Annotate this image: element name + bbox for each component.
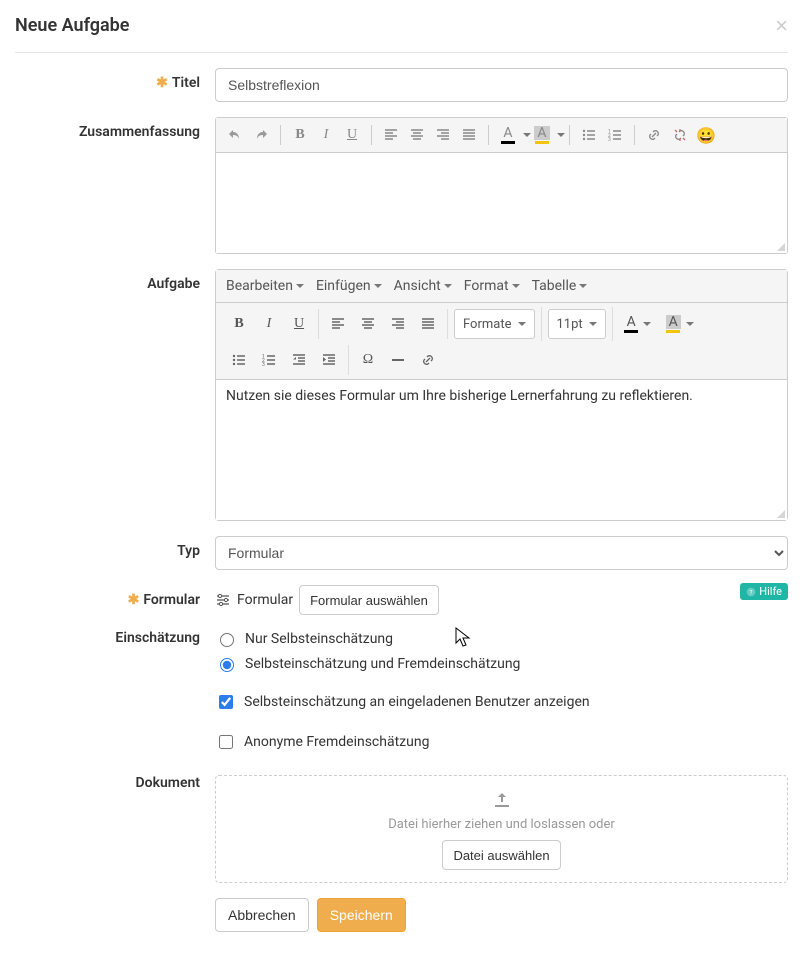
- formats-select[interactable]: Formate: [454, 309, 535, 339]
- underline-button[interactable]: U: [339, 122, 365, 148]
- drop-text: Datei hierher ziehen und loslassen oder: [226, 817, 777, 832]
- close-button[interactable]: ×: [775, 15, 788, 37]
- required-star-icon: ✱: [156, 75, 168, 91]
- modal-header: Neue Aufgabe ×: [15, 15, 788, 53]
- align-center-button[interactable]: [353, 309, 383, 339]
- row-document: Dokument Datei hierher ziehen und loslas…: [15, 775, 788, 883]
- indent-button[interactable]: [314, 345, 344, 375]
- align-right-button[interactable]: [430, 122, 456, 148]
- choose-file-button[interactable]: Datei auswählen: [442, 840, 560, 870]
- menu-format[interactable]: Format: [458, 272, 526, 300]
- modal-new-task: Neue Aufgabe × ✱Titel Zusammenfassung: [0, 0, 803, 967]
- unlink-button[interactable]: [667, 122, 693, 148]
- label-summary: Zusammenfassung: [15, 117, 215, 254]
- sliders-icon: [215, 592, 231, 608]
- row-assessment: Einschätzung Nur Selbsteinschätzung Selb…: [15, 630, 788, 760]
- emoji-button[interactable]: 😀: [693, 122, 719, 148]
- align-left-button[interactable]: [378, 122, 404, 148]
- label-type: Typ: [15, 536, 215, 570]
- task-content[interactable]: Nutzen sie dieses Formular um Ihre bishe…: [216, 380, 787, 520]
- bold-button[interactable]: B: [224, 309, 254, 339]
- task-editor: Bearbeiten Einfügen Ansicht Format Tabel…: [215, 269, 788, 521]
- row-type: Typ Formular: [15, 536, 788, 570]
- radio-self-only-input[interactable]: [220, 633, 234, 647]
- svg-text:3: 3: [262, 362, 265, 368]
- bg-color-menu[interactable]: [555, 133, 563, 137]
- underline-button[interactable]: U: [284, 309, 314, 339]
- row-footer: Abbrechen Speichern: [15, 898, 788, 932]
- cancel-button[interactable]: Abbrechen: [215, 898, 309, 932]
- summary-toolbar: B I U A: [216, 118, 787, 153]
- bullet-list-button[interactable]: [576, 122, 602, 148]
- text-color-menu[interactable]: [521, 133, 529, 137]
- radio-self-and-other[interactable]: Selbsteinschätzung und Fremdeinschätzung: [215, 655, 788, 672]
- select-form-button[interactable]: Formular auswählen: [299, 585, 439, 615]
- menu-view[interactable]: Ansicht: [388, 272, 458, 300]
- text-color-button[interactable]: A: [617, 309, 659, 339]
- align-right-button[interactable]: [383, 309, 413, 339]
- check-anonymous[interactable]: Anonyme Fremdeinschätzung: [215, 732, 788, 752]
- fontsize-select[interactable]: 11pt: [548, 309, 606, 339]
- modal-title: Neue Aufgabe: [15, 15, 130, 36]
- undo-button[interactable]: [222, 122, 248, 148]
- row-form: ✱Formular ? Hilfe Formular Formular ausw…: [15, 585, 788, 615]
- check-show-self[interactable]: Selbsteinschätzung an eingeladenen Benut…: [215, 692, 788, 712]
- number-list-button[interactable]: 123: [602, 122, 628, 148]
- file-dropzone[interactable]: Datei hierher ziehen und loslassen oder …: [215, 775, 788, 883]
- resize-handle-icon[interactable]: [775, 508, 785, 518]
- help-badge[interactable]: ? Hilfe: [740, 583, 788, 600]
- align-center-button[interactable]: [404, 122, 430, 148]
- special-char-button[interactable]: Ω: [353, 345, 383, 375]
- save-button[interactable]: Speichern: [317, 898, 406, 932]
- label-title: ✱Titel: [15, 68, 215, 102]
- radio-self-only[interactable]: Nur Selbsteinschätzung: [215, 630, 788, 647]
- bg-color-button[interactable]: A: [659, 309, 701, 339]
- radio-self-and-other-input[interactable]: [220, 658, 234, 672]
- number-list-button[interactable]: 123: [254, 345, 284, 375]
- italic-button[interactable]: I: [254, 309, 284, 339]
- label-form: ✱Formular: [15, 585, 215, 615]
- label-assessment: Einschätzung: [15, 630, 215, 760]
- redo-button[interactable]: [248, 122, 274, 148]
- row-title: ✱Titel: [15, 68, 788, 102]
- bg-color-button[interactable]: A: [529, 122, 555, 148]
- summary-editor: B I U A: [215, 117, 788, 254]
- row-summary: Zusammenfassung: [15, 117, 788, 254]
- bullet-list-button[interactable]: [224, 345, 254, 375]
- resize-handle-icon[interactable]: [775, 241, 785, 251]
- required-star-icon: ✱: [128, 592, 140, 608]
- bold-button[interactable]: B: [287, 122, 313, 148]
- check-show-self-input[interactable]: [219, 695, 233, 709]
- menu-table[interactable]: Tabelle: [526, 272, 594, 300]
- modal-body: ✱Titel Zusammenfassung: [15, 53, 788, 967]
- form-name: Formular: [237, 592, 293, 608]
- align-left-button[interactable]: [323, 309, 353, 339]
- menu-insert[interactable]: Einfügen: [310, 272, 388, 300]
- svg-text:3: 3: [608, 137, 611, 143]
- link-button[interactable]: [413, 345, 443, 375]
- summary-content[interactable]: [216, 153, 787, 253]
- row-task: Aufgabe Bearbeiten Einfügen Ansicht Form…: [15, 269, 788, 521]
- text-color-button[interactable]: A: [495, 122, 521, 148]
- help-icon: ?: [746, 587, 756, 597]
- label-document: Dokument: [15, 775, 215, 883]
- menu-edit[interactable]: Bearbeiten: [220, 272, 310, 300]
- type-select[interactable]: Formular: [215, 536, 788, 570]
- align-justify-button[interactable]: [413, 309, 443, 339]
- title-input[interactable]: [215, 68, 788, 102]
- label-task: Aufgabe: [15, 269, 215, 521]
- check-anonymous-input[interactable]: [219, 735, 233, 749]
- italic-button[interactable]: I: [313, 122, 339, 148]
- link-button[interactable]: [641, 122, 667, 148]
- hr-button[interactable]: [383, 345, 413, 375]
- task-toolbar: B I U Formate: [216, 303, 787, 380]
- svg-text:?: ?: [750, 588, 753, 596]
- task-menubar: Bearbeiten Einfügen Ansicht Format Tabel…: [216, 270, 787, 303]
- outdent-button[interactable]: [284, 345, 314, 375]
- upload-icon: [226, 791, 777, 813]
- align-justify-button[interactable]: [456, 122, 482, 148]
